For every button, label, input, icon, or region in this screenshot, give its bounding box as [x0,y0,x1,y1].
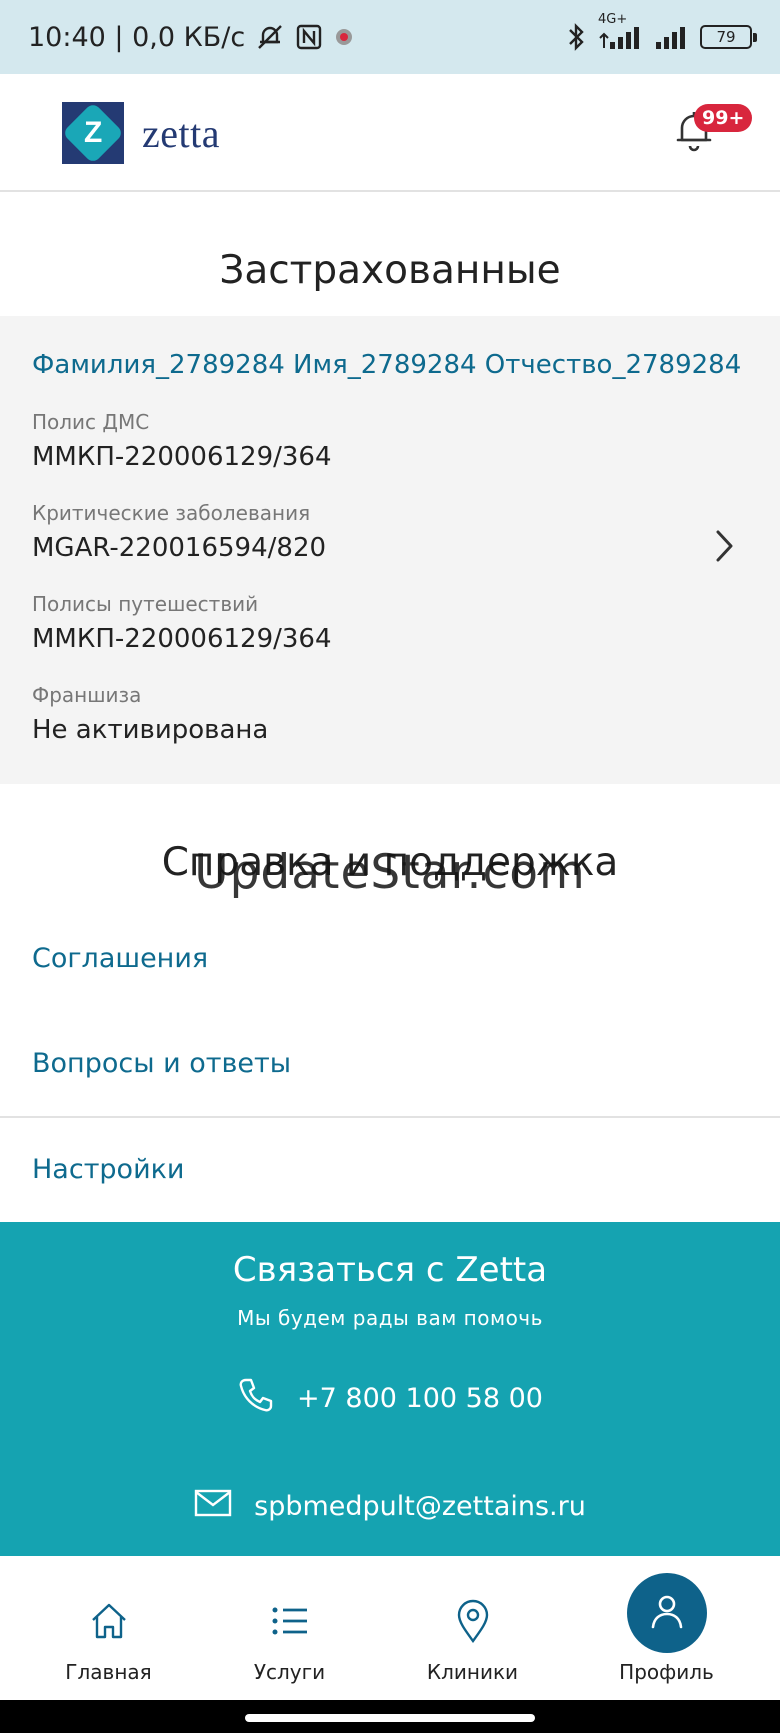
zetta-logo[interactable]: Z zetta [61,101,220,165]
travel-policy-value: ММКП-220006129/364 [32,624,332,654]
home-icon [88,1596,130,1646]
list-icon [271,1596,309,1646]
status-bar: 10:40 | 0,0 КБ/с 4G+ 79 [0,0,780,74]
notifications-badge: 99+ [694,104,753,132]
muted-bell-icon [255,22,285,52]
status-time: 10:40 | 0,0 КБ/с [28,21,246,53]
logo-text: zetta [142,110,220,156]
bluetooth-icon [566,22,588,52]
nav-clinics[interactable]: Клиники [375,1556,570,1700]
insured-person-card[interactable]: Фамилия_2789284 Имя_2789284 Отчество_278… [0,316,780,784]
mail-icon [194,1488,232,1525]
logo-mark: Z [61,101,125,165]
contact-subtitle: Мы будем рады вам помочь [237,1306,543,1330]
nav-clinics-label: Клиники [426,1660,519,1684]
signal-4g-icon: 4G+ [598,12,644,50]
record-icon [333,26,355,48]
agreements-link[interactable]: Соглашения [0,906,780,1010]
nav-services-label: Услуги [253,1660,326,1684]
travel-policy-label: Полисы путешествий [32,592,259,616]
dms-policy-value: ММКП-220006129/364 [32,442,332,472]
nav-profile-label: Профиль [619,1660,714,1684]
critical-illness-value: MGAR-220016594/820 [32,533,327,563]
contact-panel: Связаться с Zetta Мы будем рады вам помо… [0,1222,780,1556]
battery-icon: 79 [700,25,757,49]
chevron-right-icon[interactable] [712,528,736,568]
settings-link[interactable]: Настройки [0,1117,780,1221]
critical-illness-label: Критические заболевания [32,501,311,525]
email-address: spbmedpult@zettains.ru [254,1491,586,1522]
person-icon [647,1591,687,1635]
battery-level: 79 [716,28,736,46]
phone-number: +7 800 100 58 00 [297,1383,543,1414]
dms-policy-label: Полис ДМС [32,410,150,434]
contact-title: Связаться с Zetta [232,1250,548,1290]
nfc-icon [295,23,323,51]
insured-section-title: Застрахованные [219,248,561,293]
franchise-label: Франшиза [32,683,142,707]
home-indicator[interactable] [245,1714,535,1722]
location-pin-icon [455,1596,491,1646]
nav-home-label: Главная [65,1660,152,1684]
faq-link[interactable]: Вопросы и ответы [0,1011,780,1115]
network-label: 4G+ [598,12,628,27]
nav-profile-active-indicator[interactable] [627,1573,707,1653]
phone-icon [237,1376,275,1421]
logo-letter: Z [83,115,103,149]
contact-phone[interactable]: +7 800 100 58 00 [0,1376,780,1421]
nav-services[interactable]: Услуги [192,1556,387,1700]
app-header: Z zetta 99+ [0,74,780,192]
insured-person-name: Фамилия_2789284 Имя_2789284 Отчество_278… [32,350,742,380]
signal-icon [654,24,690,50]
franchise-value: Не активирована [32,715,269,745]
contact-email[interactable]: spbmedpult@zettains.ru [0,1488,780,1525]
watermark: UpdateStar.com [194,845,586,900]
nav-home[interactable]: Главная [11,1556,206,1700]
